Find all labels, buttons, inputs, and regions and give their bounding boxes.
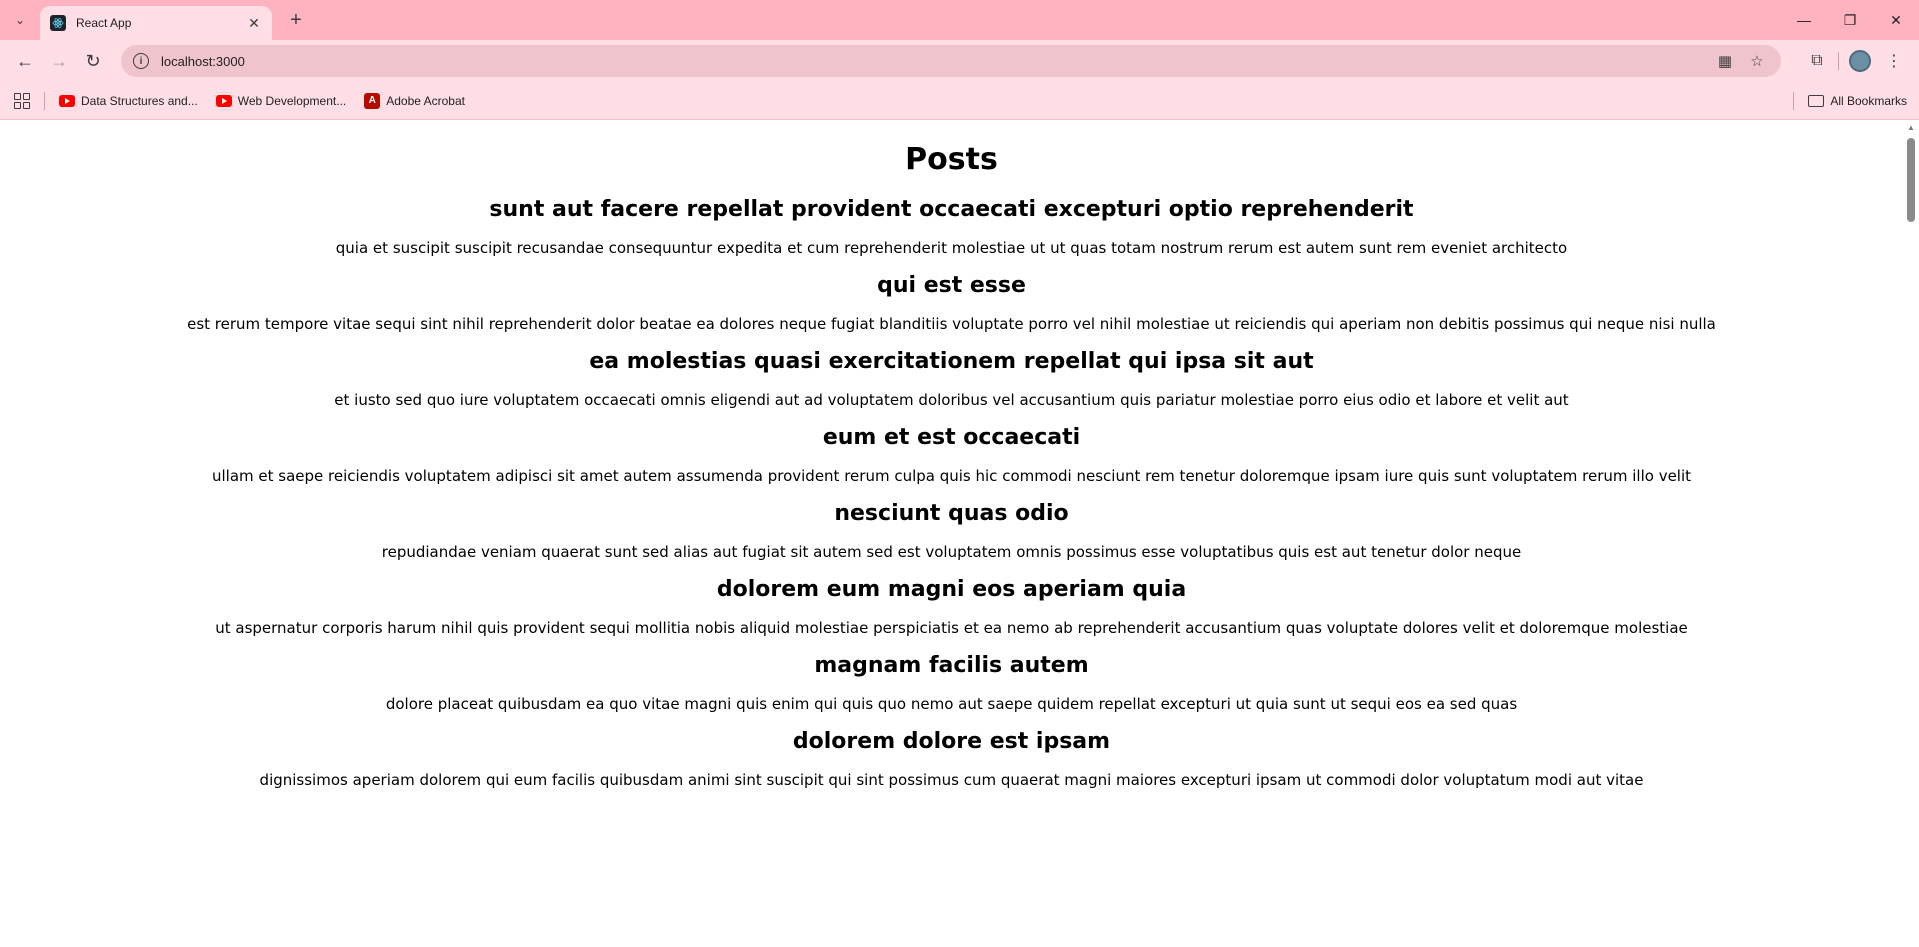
forward-arrow-icon[interactable]: → <box>42 44 76 78</box>
post-title: ea molestias quasi exercitationem repell… <box>589 349 1314 374</box>
tab-title: React App <box>76 16 132 30</box>
bookmark-data-structures[interactable]: Data Structures and... <box>59 94 198 108</box>
post-body: ullam et saepe reiciendis voluptatem adi… <box>211 467 1692 485</box>
bookmarks-divider <box>1793 92 1795 110</box>
bookmark-star-icon[interactable]: ☆ <box>1745 49 1769 73</box>
youtube-icon <box>215 94 232 107</box>
post-title: dolorem dolore est ipsam <box>792 729 1111 754</box>
post-body: dignissimos aperiam dolorem qui eum faci… <box>259 771 1644 789</box>
reload-icon[interactable]: ↻ <box>76 44 110 78</box>
bookmark-label: Adobe Acrobat <box>386 93 465 108</box>
youtube-icon <box>59 94 75 107</box>
folder-icon <box>1808 95 1825 107</box>
back-arrow-icon[interactable]: ← <box>8 44 42 78</box>
post-body: ut aspernatur corporis harum nihil quis … <box>215 619 1688 637</box>
bookmark-adobe-acrobat[interactable]: A Adobe Acrobat <box>364 92 465 109</box>
browser-toolbar: ← → ↻ i localhost:3000 ▦ ☆ ⧉ ⋮ <box>0 40 1919 82</box>
install-app-icon[interactable]: ▦ <box>1713 49 1737 73</box>
post-title: nesciunt quas odio <box>834 501 1069 526</box>
minimize-icon[interactable]: — <box>1781 0 1827 40</box>
post-title: magnam facilis autem <box>814 653 1089 678</box>
all-bookmarks-label: All Bookmarks <box>1830 94 1907 108</box>
posts-page: Posts sunt aut facere repellat provident… <box>0 142 1903 790</box>
toolbar-divider <box>1838 52 1839 70</box>
tab-search-chevron-icon[interactable]: ⌄ <box>8 8 32 32</box>
new-tab-plus-icon[interactable]: + <box>284 8 308 32</box>
page-scrollbar[interactable]: ▲ <box>1903 120 1919 947</box>
apps-grid-icon[interactable] <box>14 92 30 109</box>
react-icon <box>50 15 66 31</box>
page-viewport: Posts sunt aut facere repellat provident… <box>0 120 1919 947</box>
page-title: Posts <box>905 142 998 177</box>
avatar <box>1849 50 1871 72</box>
bookmark-web-development[interactable]: Web Development... <box>215 93 347 108</box>
bookmark-label: Data Structures and... <box>81 93 198 108</box>
post-body: dolore placeat quibusdam ea quo vitae ma… <box>385 695 1518 713</box>
scroll-up-arrow-icon[interactable]: ▲ <box>1903 120 1919 134</box>
acrobat-icon: A <box>364 92 381 109</box>
bookmarks-divider <box>44 91 45 110</box>
menu-kebab-icon[interactable]: ⋮ <box>1877 44 1911 78</box>
all-bookmarks[interactable]: All Bookmarks <box>1793 82 1907 120</box>
post-body: et iusto sed quo iure voluptatem occaeca… <box>334 391 1569 409</box>
toolbar-right: ⧉ ⋮ <box>1800 44 1911 78</box>
close-window-icon[interactable]: ✕ <box>1873 0 1919 40</box>
post-title: eum et est occaecati <box>822 425 1081 450</box>
address-bar[interactable]: i localhost:3000 ▦ ☆ <box>121 45 1781 77</box>
extensions-puzzle-icon[interactable]: ⧉ <box>1800 44 1834 78</box>
tab-react-app[interactable]: React App ✕ <box>40 6 272 40</box>
profile-avatar[interactable] <box>1843 44 1877 78</box>
post-body: quia et suscipit suscipit recusandae con… <box>335 239 1568 257</box>
tab-close-icon[interactable]: ✕ <box>246 15 262 32</box>
post-title: dolorem eum magni eos aperiam quia <box>716 577 1187 602</box>
tab-strip: ⌄ React App ✕ + — ❐ ✕ <box>0 0 1919 40</box>
bookmarks-bar: Data Structures and... Web Development..… <box>0 82 1919 120</box>
window-controls: — ❐ ✕ <box>1781 0 1919 40</box>
browser-chrome: ⌄ React App ✕ + — ❐ ✕ ← → ↻ i localhost:… <box>0 0 1919 120</box>
post-title: sunt aut facere repellat provident occae… <box>489 197 1414 222</box>
post-body: repudiandae veniam quaerat sunt sed alia… <box>381 543 1522 561</box>
post-body: est rerum tempore vitae sequi sint nihil… <box>187 315 1716 333</box>
url-text[interactable]: localhost:3000 <box>161 54 1705 69</box>
scrollbar-thumb[interactable] <box>1907 138 1915 222</box>
bookmark-label: Web Development... <box>237 93 347 108</box>
post-title: qui est esse <box>877 273 1026 298</box>
site-info-icon[interactable]: i <box>133 53 149 69</box>
restore-icon[interactable]: ❐ <box>1827 0 1873 40</box>
